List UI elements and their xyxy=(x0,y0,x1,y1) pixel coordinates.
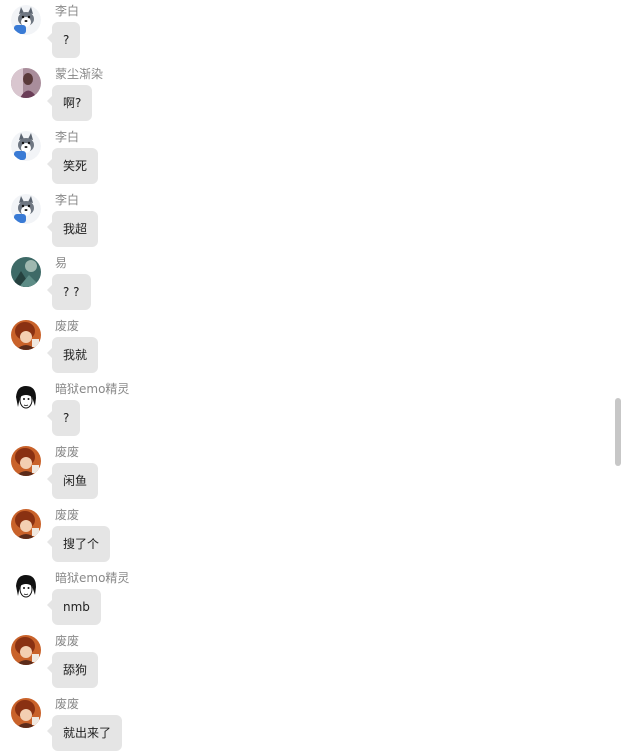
sketch-face-avatar-icon[interactable] xyxy=(11,383,41,413)
scrollbar-track[interactable] xyxy=(612,0,624,753)
chat-message: 易 ? ? xyxy=(0,252,600,312)
sender-name: 李白 xyxy=(55,193,80,207)
husky-avatar-icon[interactable] xyxy=(11,131,41,161)
sender-name: 暗狱emo精灵 xyxy=(55,382,130,396)
message-bubble[interactable]: 舔狗 xyxy=(46,652,99,688)
chat-message: 废废搜了个 xyxy=(0,504,600,564)
sender-name: 蒙尘渐染 xyxy=(55,67,104,81)
chat-message: 废废就出来了 xyxy=(0,693,600,753)
message-bubble[interactable]: 我就 xyxy=(46,337,99,373)
chat-message: 李白我超 xyxy=(0,189,600,249)
sender-name: 废废 xyxy=(55,634,80,648)
message-bubble[interactable]: nmb xyxy=(47,589,101,625)
chat-message: 废废舔狗 xyxy=(0,630,600,690)
anime-avatar-icon[interactable] xyxy=(11,446,41,476)
message-bubble[interactable]: ? xyxy=(46,22,81,58)
message-bubble[interactable]: ? xyxy=(46,400,81,436)
husky-avatar-icon[interactable] xyxy=(11,194,41,224)
sender-name: 废废 xyxy=(55,319,80,333)
chat-message: 废废闲鱼 xyxy=(0,441,600,501)
husky-avatar-icon[interactable] xyxy=(11,5,41,35)
sketch-face-avatar-icon[interactable] xyxy=(11,572,41,602)
chat-message-list[interactable]: 李白? 蒙尘渐染 啊? 李白 笑死 李白 我超易? ? 废废 我就 暗狱emo精灵? 废废 闲鱼 废废搜… xyxy=(0,0,612,753)
anime-avatar-icon[interactable] xyxy=(11,320,41,350)
anime-avatar-icon[interactable] xyxy=(11,509,41,539)
sender-name: 废废 xyxy=(55,445,80,459)
message-bubble[interactable]: 我超 xyxy=(46,211,99,247)
chat-message: 李白笑死 xyxy=(0,126,600,186)
message-bubble[interactable]: 笑死 xyxy=(46,148,99,184)
sender-name: 李白 xyxy=(55,4,80,18)
message-bubble[interactable]: 闲鱼 xyxy=(46,463,99,499)
portrait-avatar-icon[interactable] xyxy=(11,68,41,98)
chat-message: 废废我就 xyxy=(0,315,600,375)
sender-name: 废废 xyxy=(55,697,80,711)
chat-message: 暗狱emo精灵? xyxy=(0,378,600,438)
anime-avatar-icon[interactable] xyxy=(11,698,41,728)
sender-name: 暗狱emo精灵 xyxy=(55,571,130,585)
scene-avatar-icon[interactable] xyxy=(11,257,41,287)
message-bubble[interactable]: 就出来了 xyxy=(46,715,123,751)
chat-message: 李白? xyxy=(0,0,600,60)
chat-message: 暗狱emo精灵 nmb xyxy=(0,567,600,627)
message-bubble[interactable]: ? ? xyxy=(47,274,91,310)
sender-name: 李白 xyxy=(55,130,80,144)
anime-avatar-icon[interactable] xyxy=(11,635,41,665)
message-bubble[interactable]: 搜了个 xyxy=(46,526,111,562)
message-bubble[interactable]: 啊? xyxy=(46,85,93,121)
scrollbar-thumb[interactable] xyxy=(615,398,621,466)
chat-message: 蒙尘渐染啊? xyxy=(0,63,600,123)
sender-name: 易 xyxy=(55,256,68,270)
sender-name: 废废 xyxy=(55,508,80,522)
